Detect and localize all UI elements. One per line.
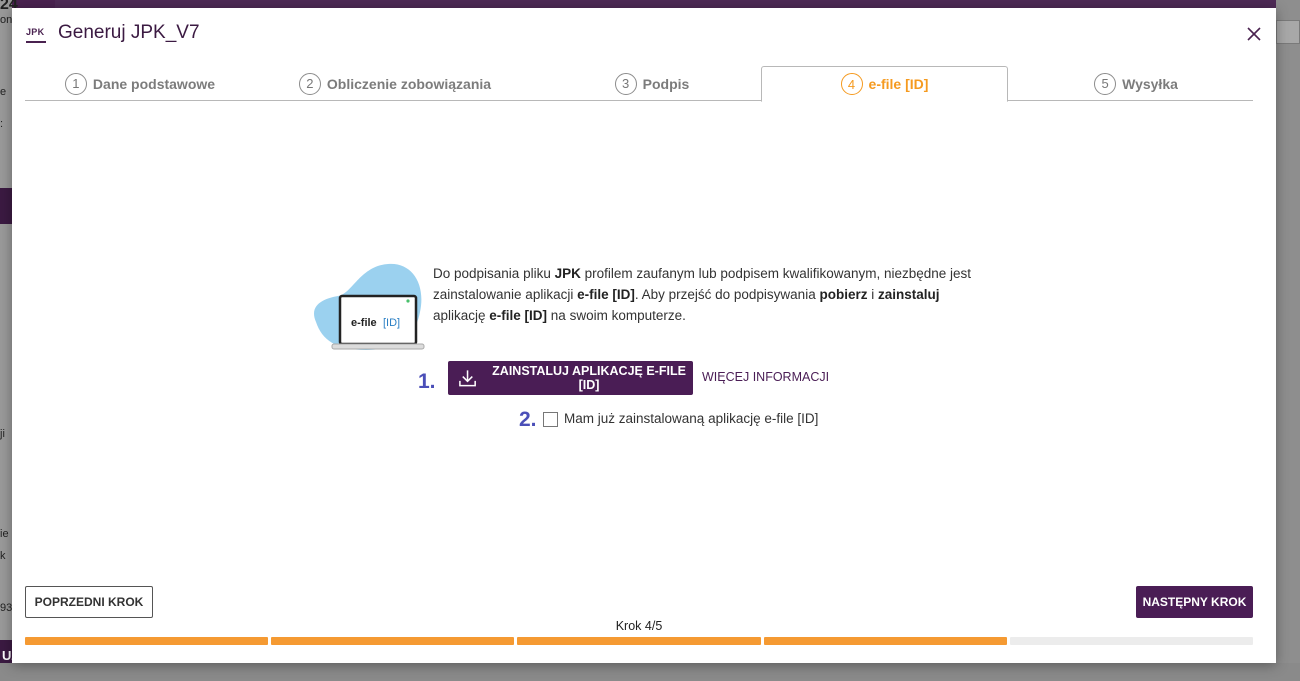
already-installed-label[interactable]: Mam już zainstalowaną aplikację e-file [… <box>564 411 818 426</box>
close-button[interactable] <box>1244 24 1264 44</box>
step-tab-wysylka[interactable]: 5 Wysyłka <box>1081 66 1191 101</box>
background-text-fragment: on <box>0 14 13 26</box>
generate-jpk-dialog: JPK Generuj JPK_V7 1 Dane podstawowe 2 O… <box>12 8 1276 663</box>
step-tab-efile-id[interactable]: 4 e-file [ID] <box>761 66 1008 102</box>
step-counter: Krok 4/5 <box>615 619 663 633</box>
efile-laptop-illustration: e-file [ID] <box>314 263 425 350</box>
next-step-button[interactable]: NASTĘPNY KROK <box>1136 586 1253 618</box>
step-tab-obliczenie-zobowiazania[interactable]: 2 Obliczenie zobowiązania <box>283 66 507 101</box>
more-info-link[interactable]: WIĘCEJ INFORMACJI <box>702 370 829 384</box>
dialog-title: Generuj JPK_V7 <box>58 22 200 43</box>
background-right-field <box>1276 20 1300 44</box>
background-text-fragment: 93 <box>0 602 13 614</box>
step-marker-1: 1. <box>418 370 436 393</box>
step-label: Obliczenie zobowiązania <box>326 75 492 92</box>
step-tab-podpis[interactable]: 3 Podpis <box>597 66 707 101</box>
install-efile-button[interactable]: ZAINSTALUJ APLIKACJĘ E-FILE [ID] <box>448 361 693 395</box>
background-left-nav-item <box>0 188 12 224</box>
progress-segment <box>271 637 515 645</box>
illustration-label-id: [ID] <box>383 317 400 329</box>
step-number: 5 <box>1094 72 1117 95</box>
progress-segment <box>517 637 761 645</box>
install-button-label: ZAINSTALUJ APLIKACJĘ E-FILE [ID] <box>492 364 686 392</box>
step-number: 2 <box>298 72 321 95</box>
step-tab-dane-podstawowe[interactable]: 1 Dane podstawowe <box>55 66 225 101</box>
background-text-fragment: ie <box>0 528 9 540</box>
illustration-label-efile: e-file <box>351 317 377 329</box>
background-left-panel <box>0 0 12 681</box>
background-text-fragment: k <box>0 550 6 562</box>
step-number: 4 <box>840 73 863 95</box>
background-text-fragment: ji <box>0 428 5 440</box>
jpk-logo-text: JPK <box>26 27 45 37</box>
jpk-logo-underline <box>26 41 46 43</box>
progress-segment <box>1009 637 1254 645</box>
laptop-base <box>331 343 425 350</box>
close-icon <box>1247 27 1261 41</box>
jpk-logo-icon: JPK <box>26 25 46 47</box>
step-number: 1 <box>64 72 87 95</box>
progress-segment <box>25 637 269 645</box>
step-marker-2: 2. <box>519 408 537 431</box>
background-bottom <box>0 663 1300 681</box>
download-icon <box>459 370 476 387</box>
background-text-fragment: e <box>0 86 7 98</box>
install-description: Do podpisania pliku JPK profilem zaufany… <box>433 266 972 323</box>
dialog-header: JPK Generuj JPK_V7 <box>12 8 1276 60</box>
step-label: Dane podstawowe <box>92 75 216 92</box>
background-header-bar <box>55 0 1300 8</box>
background-text-fragment: : <box>0 118 4 130</box>
progress-bar <box>25 637 1254 645</box>
step-label: Wysyłka <box>1122 75 1178 92</box>
wizard-steps: 1 Dane podstawowe 2 Obliczenie zobowiąza… <box>25 66 1253 102</box>
step-number: 3 <box>614 72 637 95</box>
previous-step-button[interactable]: POPRZEDNI KROK <box>25 586 153 618</box>
progress-segment <box>763 637 1007 645</box>
step-label: e-file [ID] <box>868 76 929 92</box>
screen-dot-icon <box>406 299 410 303</box>
step-label: Podpis <box>642 75 690 92</box>
background-right-panel <box>1276 0 1300 681</box>
already-installed-checkbox[interactable] <box>543 412 558 427</box>
